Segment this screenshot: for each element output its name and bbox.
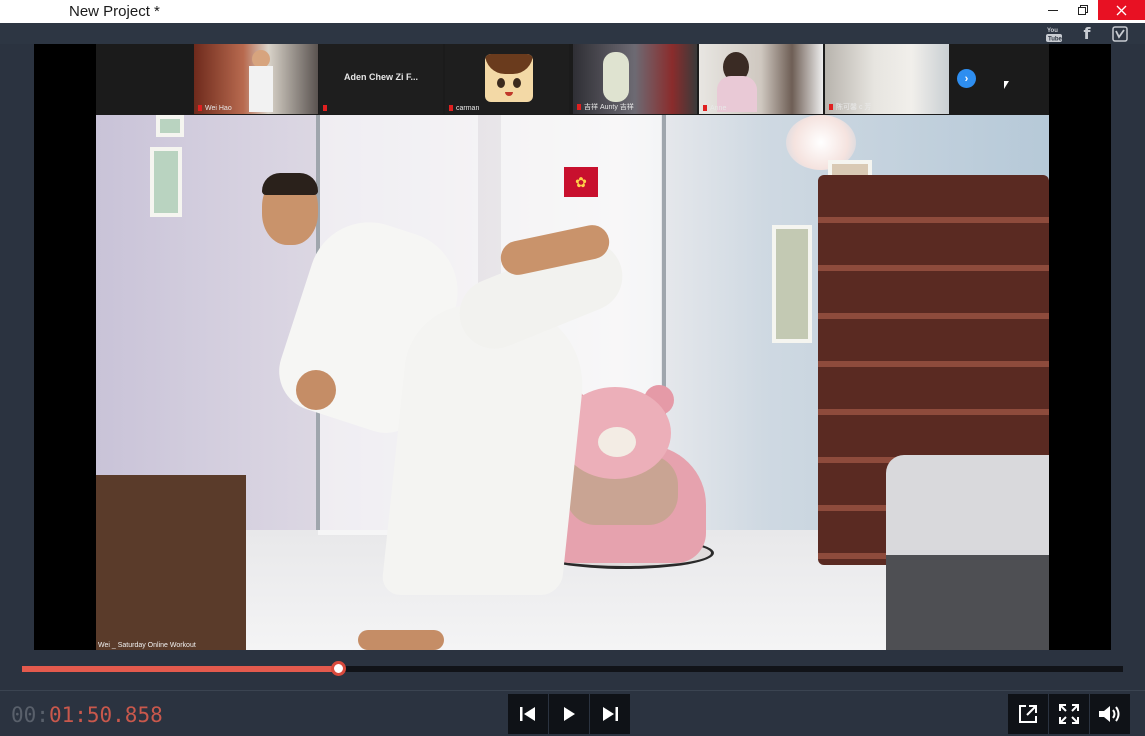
wall-picture <box>150 147 182 217</box>
prev-frame-icon <box>520 707 535 721</box>
participant-display-name: Aden Chew Zi F... <box>343 72 418 82</box>
facebook-icon[interactable]: f <box>1077 24 1097 43</box>
speaker-video: ✿ Wei _ Saturday Online Workout <box>96 115 1049 650</box>
video-editor-window: New Project * You Tube f Wei Hao Aden Ch… <box>0 0 1145 736</box>
person-standing-foot <box>358 630 444 650</box>
external-preview-button[interactable] <box>1008 694 1048 734</box>
scrubber-track[interactable] <box>22 666 1123 672</box>
participant-name: carman <box>449 105 479 112</box>
participant-strip: Wei Hao Aden Chew Zi F... carman 吉祥 Aunt… <box>96 44 1049 115</box>
cursor-icon <box>1004 81 1009 89</box>
teddy-bear-muzzle <box>598 427 636 457</box>
participant-tile: Anne <box>699 44 823 114</box>
fortune-sign: ✿ <box>564 167 598 197</box>
close-button[interactable] <box>1098 0 1145 20</box>
participant-tile: carman <box>445 44 569 114</box>
play-icon <box>564 707 575 721</box>
minimize-button[interactable] <box>1038 0 1068 20</box>
svg-text:Tube: Tube <box>1048 36 1063 42</box>
vimeo-icon[interactable] <box>1110 24 1130 43</box>
participant-name: 吉祥 Aunty 吉祥 <box>577 102 634 112</box>
svg-text:You: You <box>1047 28 1058 34</box>
scrubber-progress <box>22 666 338 672</box>
wall-picture <box>772 225 812 343</box>
timeline-scrubber[interactable] <box>0 650 1145 690</box>
person-hair <box>262 173 318 195</box>
person-pants <box>380 305 592 595</box>
wall-picture <box>156 115 184 137</box>
preview-viewer[interactable]: Wei Hao Aden Chew Zi F... carman 吉祥 Aunt… <box>34 44 1111 650</box>
next-frame-button[interactable] <box>590 694 630 734</box>
speaker-caption: Wei _ Saturday Online Workout <box>98 642 196 649</box>
close-icon <box>1116 5 1127 15</box>
timecode-elapsed: 01:50.858 <box>48 703 163 727</box>
participant-name: 陈可馨 c 芳 <box>829 102 871 112</box>
playback-controls: 00:01:50.858 <box>0 690 1145 736</box>
fullscreen-icon <box>1059 704 1079 724</box>
next-frame-icon <box>603 707 618 721</box>
volume-button[interactable] <box>1090 694 1130 734</box>
participant-tile: 吉祥 Aunty 吉祥 <box>573 44 697 114</box>
video-frame: Wei Hao Aden Chew Zi F... carman 吉祥 Aunt… <box>96 44 1049 650</box>
participant-tile: Wei Hao <box>194 44 318 114</box>
participant-name: Anne <box>703 105 726 112</box>
play-button[interactable] <box>549 694 589 734</box>
maximize-icon <box>1077 4 1088 15</box>
avatar <box>485 54 533 102</box>
minimize-icon <box>1048 9 1058 11</box>
person-fist <box>296 370 336 410</box>
timecode-hours: 00: <box>11 703 49 727</box>
scrubber-handle[interactable] <box>330 661 346 676</box>
side-table <box>96 475 246 650</box>
sofa-base <box>886 555 1049 650</box>
chevron-right-icon: › <box>964 72 969 85</box>
fullscreen-button[interactable] <box>1049 694 1089 734</box>
share-bar: You Tube f <box>0 23 1145 44</box>
next-participants-button[interactable]: › <box>957 69 976 88</box>
timecode-display: 00:01:50.858 <box>11 703 163 727</box>
maximize-button[interactable] <box>1068 0 1098 20</box>
window-title: New Project * <box>69 3 160 20</box>
volume-icon <box>1099 706 1120 722</box>
title-bar: New Project * <box>0 0 1145 23</box>
participant-name <box>323 105 330 112</box>
youtube-icon[interactable]: You Tube <box>1044 24 1064 43</box>
participant-name: Wei Hao <box>198 105 232 112</box>
previous-frame-button[interactable] <box>508 694 548 734</box>
participant-tile: 陈可馨 c 芳 <box>825 44 949 114</box>
external-preview-icon <box>1019 705 1037 723</box>
participant-tile: Aden Chew Zi F... <box>319 44 443 114</box>
